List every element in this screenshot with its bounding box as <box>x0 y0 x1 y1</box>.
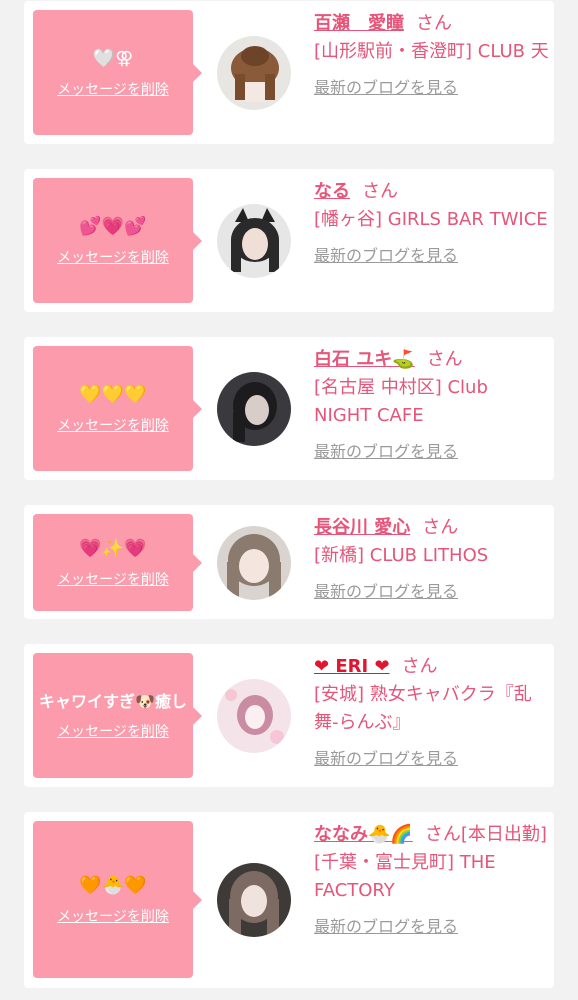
honorific: さん <box>426 349 463 370</box>
message-text: 💗✨💗 <box>79 537 147 559</box>
latest-blog-link[interactable]: 最新のブログを見る <box>314 74 458 98</box>
message-card: 🤍⚢ メッセージを削除 百瀬 愛瞳 さん [山形駅前・香澄町] CLUB 天 最新… <box>24 1 554 144</box>
woman-blurred-avatar <box>217 679 291 753</box>
message-card: 💛💛💛 メッセージを削除 白石 ユキ⛳ さん [名古屋 中村区] Club NIG… <box>24 337 554 480</box>
status-note: [本日出勤] <box>460 824 547 845</box>
latest-blog-link[interactable]: 最新のブログを見る <box>314 913 458 937</box>
message-text: 🧡🐣🧡 <box>79 874 147 896</box>
user-avatar[interactable] <box>217 204 291 278</box>
user-name-link[interactable]: 長谷川 愛心 <box>314 517 410 538</box>
shop-info: [千葉・富士見町] THE FACTORY <box>314 852 496 901</box>
shop-info: [幡ヶ谷] GIRLS BAR TWICE <box>314 209 548 230</box>
woman-long-hair-avatar <box>217 863 291 937</box>
message-text: 💛💛💛 <box>79 383 147 405</box>
message-card: キャワイすぎ🐶癒し メッセージを削除 ❤ ERI ❤ さん [安城] 熟女キャバク… <box>24 644 554 787</box>
user-info: ななみ🐣🌈 さん[本日出勤] [千葉・富士見町] THE FACTORY 最新のブ… <box>314 821 550 937</box>
latest-blog-link[interactable]: 最新のブログを見る <box>314 578 458 602</box>
user-name-link[interactable]: 百瀬 愛瞳 <box>314 13 404 34</box>
delete-message-link[interactable]: メッセージを削除 <box>57 569 169 589</box>
user-info: ❤ ERI ❤ さん [安城] 熟女キャバクラ『乱舞-らんぶ』 最新のブログを見る <box>314 653 550 769</box>
message-bubble: キャワイすぎ🐶癒し メッセージを削除 <box>33 653 202 778</box>
message-bubble: 🤍⚢ メッセージを削除 <box>33 10 202 135</box>
delete-message-link[interactable]: メッセージを削除 <box>57 79 169 99</box>
woman-hair-updo-avatar <box>217 36 291 110</box>
delete-message-link[interactable]: メッセージを削除 <box>57 721 169 741</box>
woman-cat-ears-avatar <box>217 204 291 278</box>
user-name-link[interactable]: 白石 ユキ⛳ <box>314 349 415 370</box>
delete-message-link[interactable]: メッセージを削除 <box>57 247 169 267</box>
woman-light-hair-avatar <box>217 526 291 600</box>
user-name-link[interactable]: ❤ ERI ❤ <box>314 656 390 677</box>
user-info: 百瀬 愛瞳 さん [山形駅前・香澄町] CLUB 天 最新のブログを見る <box>314 10 550 98</box>
user-avatar[interactable] <box>217 372 291 446</box>
shop-info: [新橋] CLUB LITHOS <box>314 545 489 566</box>
message-text: キャワイすぎ🐶癒し <box>39 691 187 711</box>
message-text: 💕💗💕 <box>79 215 147 237</box>
honorific: さん <box>416 13 452 34</box>
latest-blog-link[interactable]: 最新のブログを見る <box>314 745 458 769</box>
honorific: さん <box>422 517 459 538</box>
user-avatar[interactable] <box>217 526 291 600</box>
honorific: さん <box>424 824 461 845</box>
user-avatar[interactable] <box>217 679 291 753</box>
message-card: 💕💗💕 メッセージを削除 なる さん [幡ヶ谷] GIRLS BAR TWICE … <box>24 169 554 312</box>
user-info: 白石 ユキ⛳ さん [名古屋 中村区] Club NIGHT CAFE 最新のブロ… <box>314 346 550 462</box>
honorific: さん <box>401 656 438 677</box>
shop-info: [名古屋 中村区] Club NIGHT CAFE <box>314 377 488 426</box>
delete-message-link[interactable]: メッセージを削除 <box>57 415 169 435</box>
message-bubble: 💕💗💕 メッセージを削除 <box>33 178 202 303</box>
shop-info: [山形駅前・香澄町] CLUB 天 <box>314 41 549 62</box>
shop-info: [安城] 熟女キャバクラ『乱舞-らんぶ』 <box>314 684 532 733</box>
user-avatar[interactable] <box>217 36 291 110</box>
honorific: さん <box>362 181 398 202</box>
message-card: 🧡🐣🧡 メッセージを削除 ななみ🐣🌈 さん[本日出勤] [千葉・富士見町] THE… <box>24 812 554 988</box>
latest-blog-link[interactable]: 最新のブログを見る <box>314 242 458 266</box>
woman-dark-hair-avatar <box>217 372 291 446</box>
message-bubble: 🧡🐣🧡 メッセージを削除 <box>33 821 202 978</box>
user-name-link[interactable]: ななみ🐣🌈 <box>314 824 413 845</box>
message-card: 💗✨💗 メッセージを削除 長谷川 愛心 さん [新橋] CLUB LITHOS 最… <box>24 505 554 619</box>
message-text: 🤍⚢ <box>92 47 134 69</box>
user-avatar[interactable] <box>217 863 291 937</box>
message-bubble: 💛💛💛 メッセージを削除 <box>33 346 202 471</box>
user-info: 長谷川 愛心 さん [新橋] CLUB LITHOS 最新のブログを見る <box>314 514 550 602</box>
latest-blog-link[interactable]: 最新のブログを見る <box>314 438 458 462</box>
user-info: なる さん [幡ヶ谷] GIRLS BAR TWICE 最新のブログを見る <box>314 178 550 266</box>
message-bubble: 💗✨💗 メッセージを削除 <box>33 514 202 611</box>
delete-message-link[interactable]: メッセージを削除 <box>57 906 169 926</box>
user-name-link[interactable]: なる <box>314 181 350 202</box>
